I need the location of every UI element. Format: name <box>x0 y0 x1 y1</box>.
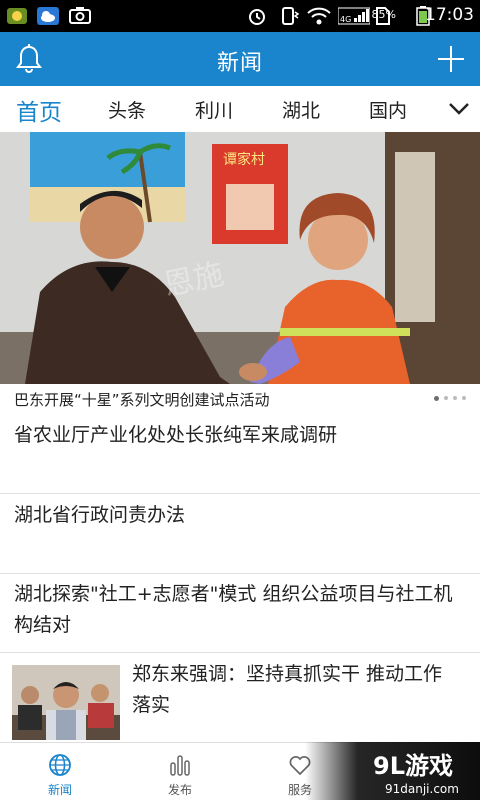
chevron-down-icon[interactable] <box>448 100 470 116</box>
signal-icon: 4G <box>338 6 370 26</box>
news-item[interactable]: 湖北省行政问责办法 <box>0 494 480 574</box>
watermark-url: 91danji.com <box>385 782 459 796</box>
page-title: 新闻 <box>216 51 263 76</box>
watermark-brand: 9L游戏 <box>373 752 453 780</box>
clock: 17:03 <box>425 5 474 25</box>
battery-percent: 85% <box>371 8 396 21</box>
tab-hubei[interactable]: 湖北 <box>282 96 320 123</box>
nav-label: 发布 <box>167 783 192 797</box>
carousel-indicator <box>434 396 466 401</box>
watermark-logo: 9L游戏 91danji.com <box>305 742 480 800</box>
hero-caption: 巴东开展“十星”系列文明创建试点活动 <box>14 391 270 409</box>
poster-text: 谭家村 <box>223 151 265 168</box>
nav-news[interactable]: 新闻 <box>10 743 110 801</box>
news-title: 省农业厅产业化处处长张纯军来咸调研 <box>14 424 338 446</box>
tab-domestic[interactable]: 国内 <box>369 96 407 123</box>
news-item[interactable]: 省农业厅产业化处处长张纯军来咸调研 <box>0 414 480 494</box>
carousel-dot <box>453 396 457 400</box>
app-bar: 新闻 <box>0 32 480 86</box>
news-thumbnail <box>12 665 120 740</box>
camera-icon <box>68 6 92 26</box>
tab-home[interactable]: 首页 <box>16 93 62 127</box>
category-tabs: 首页 头条 利川 湖北 国内 <box>0 86 480 133</box>
status-bar: 4G 85% 17:03 <box>0 0 480 32</box>
news-item[interactable]: 湖北探索"社工+志愿者"模式 组织公益项目与社工机构结对 <box>0 574 480 653</box>
network-label: 4G <box>340 15 351 24</box>
bars-icon <box>168 753 192 777</box>
vibrate-icon <box>278 6 300 26</box>
tab-lichuan[interactable]: 利川 <box>195 96 233 123</box>
hero-caption-bar[interactable]: 巴东开展“十星”系列文明创建试点活动 <box>0 384 480 414</box>
app-icon <box>6 6 28 26</box>
carousel-dot <box>444 396 448 400</box>
hero-image[interactable]: 谭家村 恩施 <box>0 132 480 384</box>
alarm-icon <box>246 6 268 26</box>
carousel-dot <box>434 396 439 401</box>
news-title: 湖北省行政问责办法 <box>14 504 186 526</box>
nav-publish[interactable]: 发布 <box>130 743 230 801</box>
news-title: 湖北探索"社工+志愿者"模式 组织公益项目与社工机构结对 <box>14 583 453 636</box>
globe-icon <box>48 753 72 777</box>
carousel-dot <box>462 396 466 400</box>
wifi-icon <box>306 6 332 26</box>
weather-icon <box>36 6 60 26</box>
plus-icon[interactable] <box>436 44 466 74</box>
news-item[interactable]: 郑东来强调：坚持真抓实干 推动工作落实 <box>0 653 480 743</box>
news-title: 郑东来强调：坚持真抓实干 推动工作落实 <box>132 663 443 716</box>
tab-headlines[interactable]: 头条 <box>108 96 146 123</box>
nav-label: 新闻 <box>47 783 72 797</box>
